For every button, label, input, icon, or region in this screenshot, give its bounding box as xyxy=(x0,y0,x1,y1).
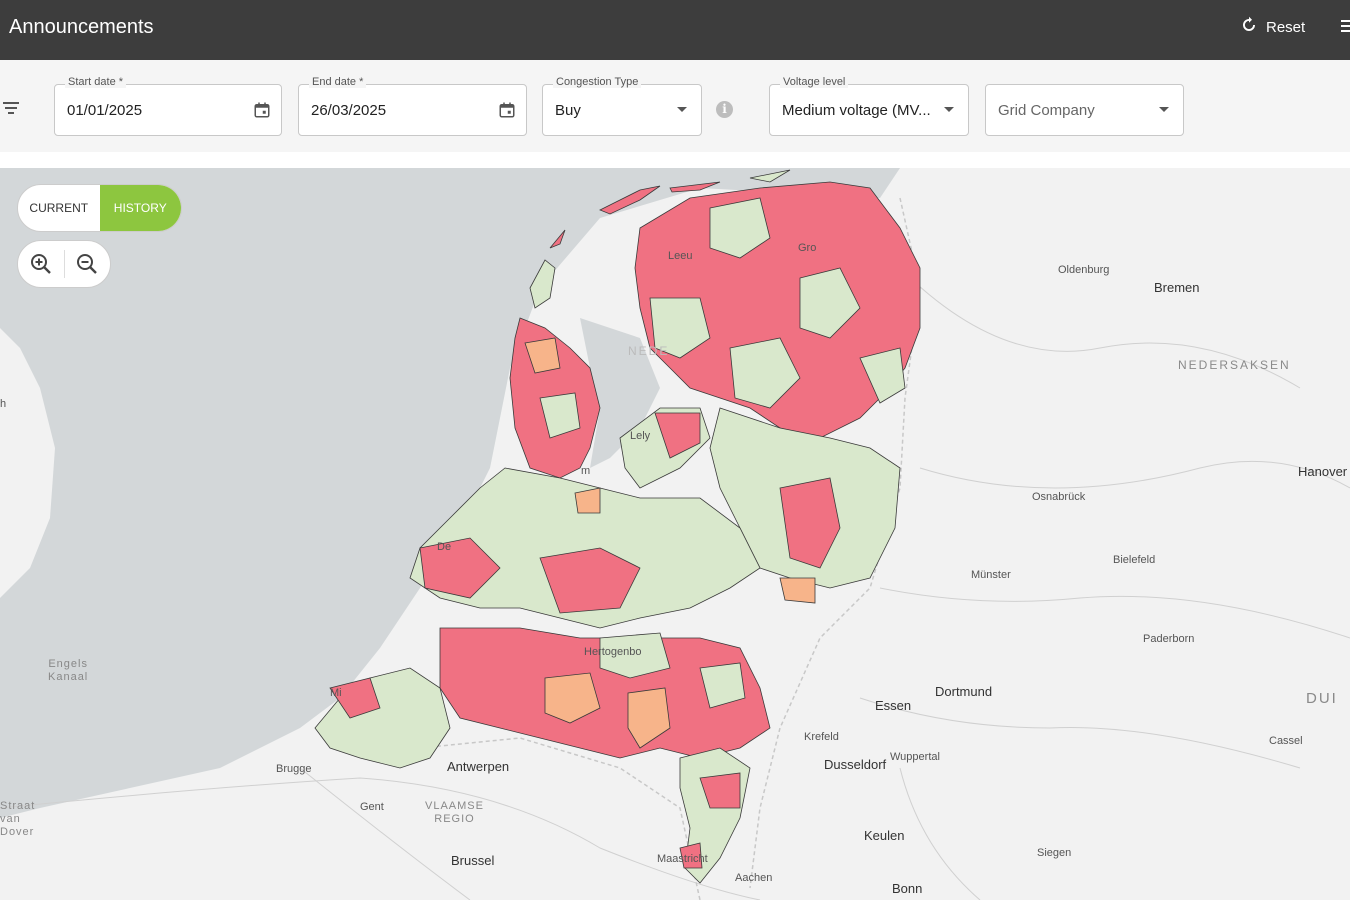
map-label-dui: DUI xyxy=(1306,690,1338,707)
refresh-icon xyxy=(1240,16,1258,38)
zoom-in-icon xyxy=(30,254,51,274)
current-toggle-button[interactable]: CURRENT xyxy=(18,185,100,231)
voltage-level-select[interactable]: Voltage level Medium voltage (MV... xyxy=(769,76,969,136)
start-date-label: Start date * xyxy=(65,76,127,88)
map-label-aachen: Aachen xyxy=(735,872,773,884)
map-label-oldenburg: Oldenburg xyxy=(1058,264,1110,276)
map-label-amsterdam: m xyxy=(581,465,591,477)
view-toggle[interactable]: CURRENT HISTORY xyxy=(17,184,182,232)
map-label-lelystad: Lely xyxy=(630,430,651,442)
zoom-out-button[interactable] xyxy=(64,240,110,288)
congestion-type-select[interactable]: Congestion Type Buy xyxy=(542,76,702,136)
map-label-paderborn: Paderborn xyxy=(1143,633,1195,645)
end-date-label: End date * xyxy=(309,76,367,88)
grid-company-select[interactable]: Grid Company xyxy=(985,84,1184,136)
history-toggle-button[interactable]: HISTORY xyxy=(99,185,181,231)
map-label-bremen: Bremen xyxy=(1154,280,1200,295)
map-label-vlaamse-regio: VLAAMSE REGIO xyxy=(425,800,484,825)
map-label-keulen: Keulen xyxy=(864,828,905,843)
reset-label: Reset xyxy=(1266,18,1306,36)
zoom-out-icon xyxy=(77,254,98,274)
map-label-dortmund: Dortmund xyxy=(935,684,993,699)
menu-icon[interactable] xyxy=(1341,20,1350,36)
calendar-icon[interactable] xyxy=(253,101,271,119)
map-label-brussel: Brussel xyxy=(451,853,495,868)
chevron-down-icon xyxy=(677,107,687,112)
map-label-antwerpen: Antwerpen xyxy=(447,759,510,774)
map-label-nederland: NEDE xyxy=(628,344,670,358)
map-label-krefeld: Krefeld xyxy=(804,731,839,743)
filter-icon[interactable] xyxy=(3,102,19,116)
map-label-gent: Gent xyxy=(360,801,384,813)
start-date-value: 01/01/2025 xyxy=(67,102,143,119)
map-label-brugge: Brugge xyxy=(276,763,312,775)
map-label-engels-kanaal: Engels Kanaal xyxy=(48,658,89,683)
map-label-munster: Münster xyxy=(971,569,1011,581)
map-label-nedersaksen: NEDERSAKSEN xyxy=(1178,358,1291,372)
map-label-bielefeld: Bielefeld xyxy=(1113,554,1156,566)
map-label-hertogenbosch: Hertogenbo xyxy=(584,646,642,658)
map-label-middelburg: Mi xyxy=(330,687,342,699)
zoom-controls xyxy=(17,240,111,288)
map-label-kassel: Cassel xyxy=(1269,735,1303,747)
info-icon[interactable]: i xyxy=(716,101,733,118)
grid-company-placeholder: Grid Company xyxy=(998,102,1095,119)
map-label-osnabruck: Osnabrück xyxy=(1032,491,1086,503)
map-label-maastricht: Maastricht xyxy=(657,853,708,865)
end-date-field[interactable]: End date * 26/03/2025 xyxy=(298,76,527,136)
start-date-field[interactable]: Start date * 01/01/2025 xyxy=(54,76,282,136)
congestion-map[interactable]: Oldenburg Bremen NEDERSAKSEN Hanover Osn… xyxy=(0,168,1350,900)
chevron-down-icon xyxy=(1159,107,1169,112)
congestion-type-label: Congestion Type xyxy=(553,76,642,88)
voltage-level-value: Medium voltage (MV... xyxy=(782,102,931,119)
calendar-icon[interactable] xyxy=(498,101,516,119)
voltage-level-label: Voltage level xyxy=(780,76,849,88)
map-label-dusseldorf: Dusseldorf xyxy=(824,757,887,772)
map-label-siegen: Siegen xyxy=(1037,847,1072,859)
zoom-in-button[interactable] xyxy=(18,240,64,288)
map-label-den-haag: De xyxy=(437,541,452,553)
page-title: Announcements xyxy=(9,16,154,38)
map-label-bonn: Bonn xyxy=(892,881,923,896)
map-label-groningen: Gro xyxy=(798,242,817,254)
end-date-value: 26/03/2025 xyxy=(311,102,387,119)
map-label-essen: Essen xyxy=(875,698,912,713)
reset-button[interactable]: Reset xyxy=(1240,16,1305,38)
map-label-straat-van-dover: Straat van Dover xyxy=(0,800,36,838)
chevron-down-icon xyxy=(944,107,954,112)
map-label-wuppertal: Wuppertal xyxy=(890,751,940,763)
map-label-leeuwarden: Leeu xyxy=(668,250,693,262)
map-label-hanover: Hanover xyxy=(1298,464,1348,479)
app-header: Announcements Reset xyxy=(0,0,1350,60)
map-canvas[interactable] xyxy=(0,168,1350,900)
map-label-h: h xyxy=(0,398,7,410)
congestion-type-value: Buy xyxy=(555,102,581,119)
